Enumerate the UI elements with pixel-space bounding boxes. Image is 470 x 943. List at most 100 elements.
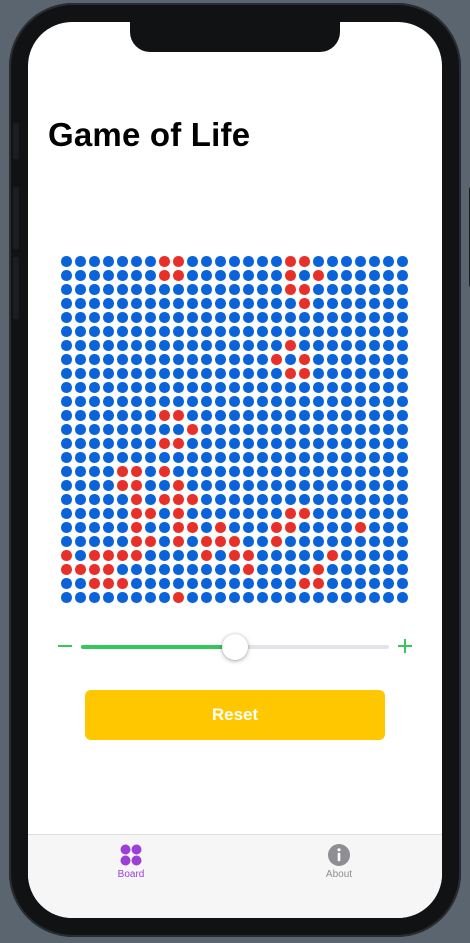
cell-dead[interactable] — [117, 494, 128, 505]
cell-alive[interactable] — [299, 368, 310, 379]
cell-dead[interactable] — [271, 494, 282, 505]
cell-dead[interactable] — [173, 466, 184, 477]
cell-dead[interactable] — [89, 438, 100, 449]
cell-alive[interactable] — [61, 550, 72, 561]
cell-dead[interactable] — [229, 508, 240, 519]
cell-dead[interactable] — [271, 466, 282, 477]
cell-dead[interactable] — [89, 382, 100, 393]
cell-dead[interactable] — [327, 536, 338, 547]
cell-dead[interactable] — [271, 312, 282, 323]
cell-alive[interactable] — [187, 494, 198, 505]
cell-dead[interactable] — [327, 438, 338, 449]
cell-dead[interactable] — [341, 410, 352, 421]
cell-dead[interactable] — [75, 508, 86, 519]
cell-dead[interactable] — [355, 382, 366, 393]
cell-dead[interactable] — [131, 256, 142, 267]
cell-dead[interactable] — [89, 396, 100, 407]
reset-button[interactable]: Reset — [85, 690, 385, 740]
cell-dead[interactable] — [313, 536, 324, 547]
cell-dead[interactable] — [355, 368, 366, 379]
cell-dead[interactable] — [285, 312, 296, 323]
cell-alive[interactable] — [355, 522, 366, 533]
cell-dead[interactable] — [75, 480, 86, 491]
cell-alive[interactable] — [173, 270, 184, 281]
cell-dead[interactable] — [187, 382, 198, 393]
cell-dead[interactable] — [313, 452, 324, 463]
cell-dead[interactable] — [117, 382, 128, 393]
cell-dead[interactable] — [61, 536, 72, 547]
cell-dead[interactable] — [131, 396, 142, 407]
cell-dead[interactable] — [229, 396, 240, 407]
cell-dead[interactable] — [243, 354, 254, 365]
cell-alive[interactable] — [117, 466, 128, 477]
cell-alive[interactable] — [229, 550, 240, 561]
cell-dead[interactable] — [313, 368, 324, 379]
cell-dead[interactable] — [299, 382, 310, 393]
cell-dead[interactable] — [369, 466, 380, 477]
cell-dead[interactable] — [341, 578, 352, 589]
cell-dead[interactable] — [313, 480, 324, 491]
cell-dead[interactable] — [131, 284, 142, 295]
cell-dead[interactable] — [341, 256, 352, 267]
cell-dead[interactable] — [145, 340, 156, 351]
cell-dead[interactable] — [313, 354, 324, 365]
cell-dead[interactable] — [103, 452, 114, 463]
cell-dead[interactable] — [117, 256, 128, 267]
cell-dead[interactable] — [341, 270, 352, 281]
cell-alive[interactable] — [243, 550, 254, 561]
cell-dead[interactable] — [383, 466, 394, 477]
cell-dead[interactable] — [369, 354, 380, 365]
cell-dead[interactable] — [61, 298, 72, 309]
cell-dead[interactable] — [89, 270, 100, 281]
cell-dead[interactable] — [201, 494, 212, 505]
cell-dead[interactable] — [61, 438, 72, 449]
cell-dead[interactable] — [103, 270, 114, 281]
cell-dead[interactable] — [271, 270, 282, 281]
cell-dead[interactable] — [229, 270, 240, 281]
cell-dead[interactable] — [145, 564, 156, 575]
cell-dead[interactable] — [257, 298, 268, 309]
cell-dead[interactable] — [285, 592, 296, 603]
cell-dead[interactable] — [201, 368, 212, 379]
cell-dead[interactable] — [145, 466, 156, 477]
cell-dead[interactable] — [229, 256, 240, 267]
cell-dead[interactable] — [103, 396, 114, 407]
cell-dead[interactable] — [61, 522, 72, 533]
cell-dead[interactable] — [75, 298, 86, 309]
cell-dead[interactable] — [369, 480, 380, 491]
cell-dead[interactable] — [75, 578, 86, 589]
cell-dead[interactable] — [285, 382, 296, 393]
cell-dead[interactable] — [201, 522, 212, 533]
cell-dead[interactable] — [159, 326, 170, 337]
cell-dead[interactable] — [229, 452, 240, 463]
cell-dead[interactable] — [355, 480, 366, 491]
cell-alive[interactable] — [271, 536, 282, 547]
cell-dead[interactable] — [187, 256, 198, 267]
cell-dead[interactable] — [61, 382, 72, 393]
cell-dead[interactable] — [369, 410, 380, 421]
cell-dead[interactable] — [173, 396, 184, 407]
cell-dead[interactable] — [397, 536, 408, 547]
cell-dead[interactable] — [75, 438, 86, 449]
cell-dead[interactable] — [187, 284, 198, 295]
cell-dead[interactable] — [117, 536, 128, 547]
cell-dead[interactable] — [355, 592, 366, 603]
cell-dead[interactable] — [313, 410, 324, 421]
cell-dead[interactable] — [257, 536, 268, 547]
cell-dead[interactable] — [257, 396, 268, 407]
cell-dead[interactable] — [89, 410, 100, 421]
cell-alive[interactable] — [299, 284, 310, 295]
cell-dead[interactable] — [327, 452, 338, 463]
cell-dead[interactable] — [355, 284, 366, 295]
cell-alive[interactable] — [159, 466, 170, 477]
cell-dead[interactable] — [145, 326, 156, 337]
cell-alive[interactable] — [299, 508, 310, 519]
cell-dead[interactable] — [341, 312, 352, 323]
cell-dead[interactable] — [285, 564, 296, 575]
cell-dead[interactable] — [327, 326, 338, 337]
cell-dead[interactable] — [117, 270, 128, 281]
cell-dead[interactable] — [61, 410, 72, 421]
slider-track[interactable] — [81, 634, 389, 660]
cell-dead[interactable] — [285, 298, 296, 309]
cell-dead[interactable] — [313, 396, 324, 407]
